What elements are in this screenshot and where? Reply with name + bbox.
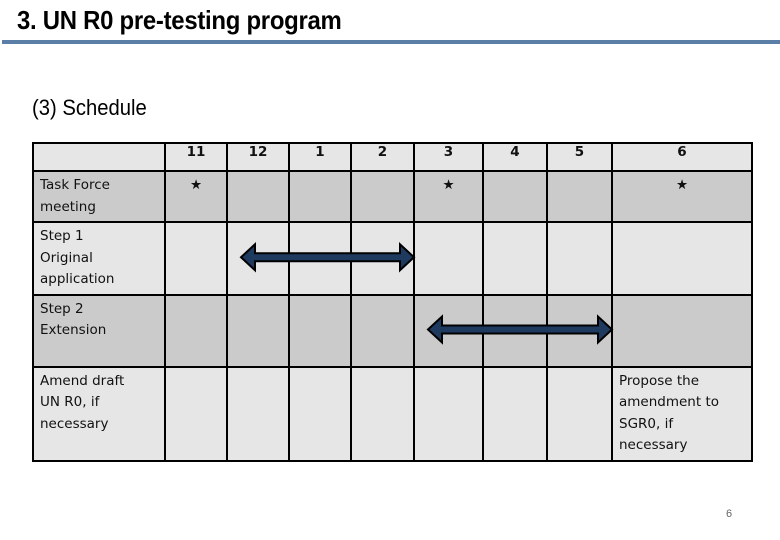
cell <box>546 365 613 462</box>
month-header-4: 4 <box>482 142 548 172</box>
note-line: Propose the <box>619 372 700 389</box>
cell <box>546 221 613 296</box>
star-icon: ★ <box>675 177 689 193</box>
cell <box>226 170 290 223</box>
cell <box>164 221 228 296</box>
cell <box>226 221 290 296</box>
cell <box>482 170 548 223</box>
row-label-amend: Amend draft UN R0, if necessary <box>32 365 166 462</box>
step1-row: Step 1 Original application <box>32 221 753 296</box>
cell <box>482 365 548 462</box>
month-header-row: 11 12 1 2 3 4 5 6 <box>32 142 753 172</box>
row-label-line: Step 1 <box>40 228 84 244</box>
cell <box>226 365 290 462</box>
star-icon: ★ <box>442 177 455 193</box>
title-underline <box>2 40 780 44</box>
amend-row: Amend draft UN R0, if necessary Propose … <box>32 365 753 462</box>
milestone-cell-6: ★ <box>611 170 753 223</box>
cell <box>482 293 548 368</box>
month-header-2: 2 <box>350 142 415 172</box>
note-line: SGR0, if necessary <box>619 415 688 454</box>
cell <box>350 365 415 462</box>
row-label-line: UN R0, if <box>40 394 100 410</box>
cell <box>350 221 415 296</box>
slide-title: 3. UN R0 pre-testing program <box>17 5 342 35</box>
cell <box>611 293 753 368</box>
star-icon: ★ <box>189 177 203 193</box>
cell <box>288 221 352 296</box>
cell <box>288 170 352 223</box>
row-label-task-force: Task Force meeting <box>32 170 166 223</box>
header-corner-cell <box>32 142 166 172</box>
schedule-table: 11 12 1 2 3 4 5 6 Task Force meeting ★ ★… <box>32 142 753 462</box>
cell <box>350 293 415 368</box>
row-label-line: meeting <box>40 198 96 215</box>
propose-amendment-note: Propose the amendment to SGR0, if necess… <box>611 365 753 462</box>
cell <box>413 221 484 296</box>
page-number: 6 <box>726 508 733 520</box>
cell <box>164 365 228 462</box>
cell <box>413 293 484 368</box>
step2-row: Step 2 Extension <box>32 293 753 368</box>
month-header-3: 3 <box>413 142 484 172</box>
cell <box>288 365 352 462</box>
task-force-row: Task Force meeting ★ ★ ★ <box>32 170 753 223</box>
row-label-line: Amend draft <box>40 372 125 389</box>
row-label-line: application <box>40 271 115 287</box>
row-label-line: Extension <box>40 322 107 338</box>
month-header-5: 5 <box>546 142 613 172</box>
cell <box>546 170 613 223</box>
cell <box>164 293 228 368</box>
row-label-step2: Step 2 Extension <box>32 293 166 368</box>
cell <box>226 293 290 368</box>
row-label-line: Original <box>40 249 93 266</box>
cell <box>413 365 484 462</box>
month-header-12: 12 <box>226 142 290 172</box>
milestone-cell-11: ★ <box>164 170 228 223</box>
row-label-line: Step 2 <box>40 300 84 317</box>
milestone-cell-3: ★ <box>413 170 484 223</box>
cell <box>350 170 415 223</box>
cell <box>288 293 352 368</box>
cell <box>482 221 548 296</box>
row-label-line: necessary <box>40 415 109 432</box>
month-header-1: 1 <box>288 142 352 172</box>
row-label-step1: Step 1 Original application <box>32 221 166 296</box>
cell <box>546 293 613 368</box>
row-label-line: Task Force <box>40 177 110 193</box>
note-line: amendment to <box>619 394 720 410</box>
month-header-11: 11 <box>164 142 228 172</box>
month-header-6: 6 <box>611 142 753 172</box>
section-subtitle: (3) Schedule <box>32 95 147 120</box>
cell <box>611 221 753 296</box>
